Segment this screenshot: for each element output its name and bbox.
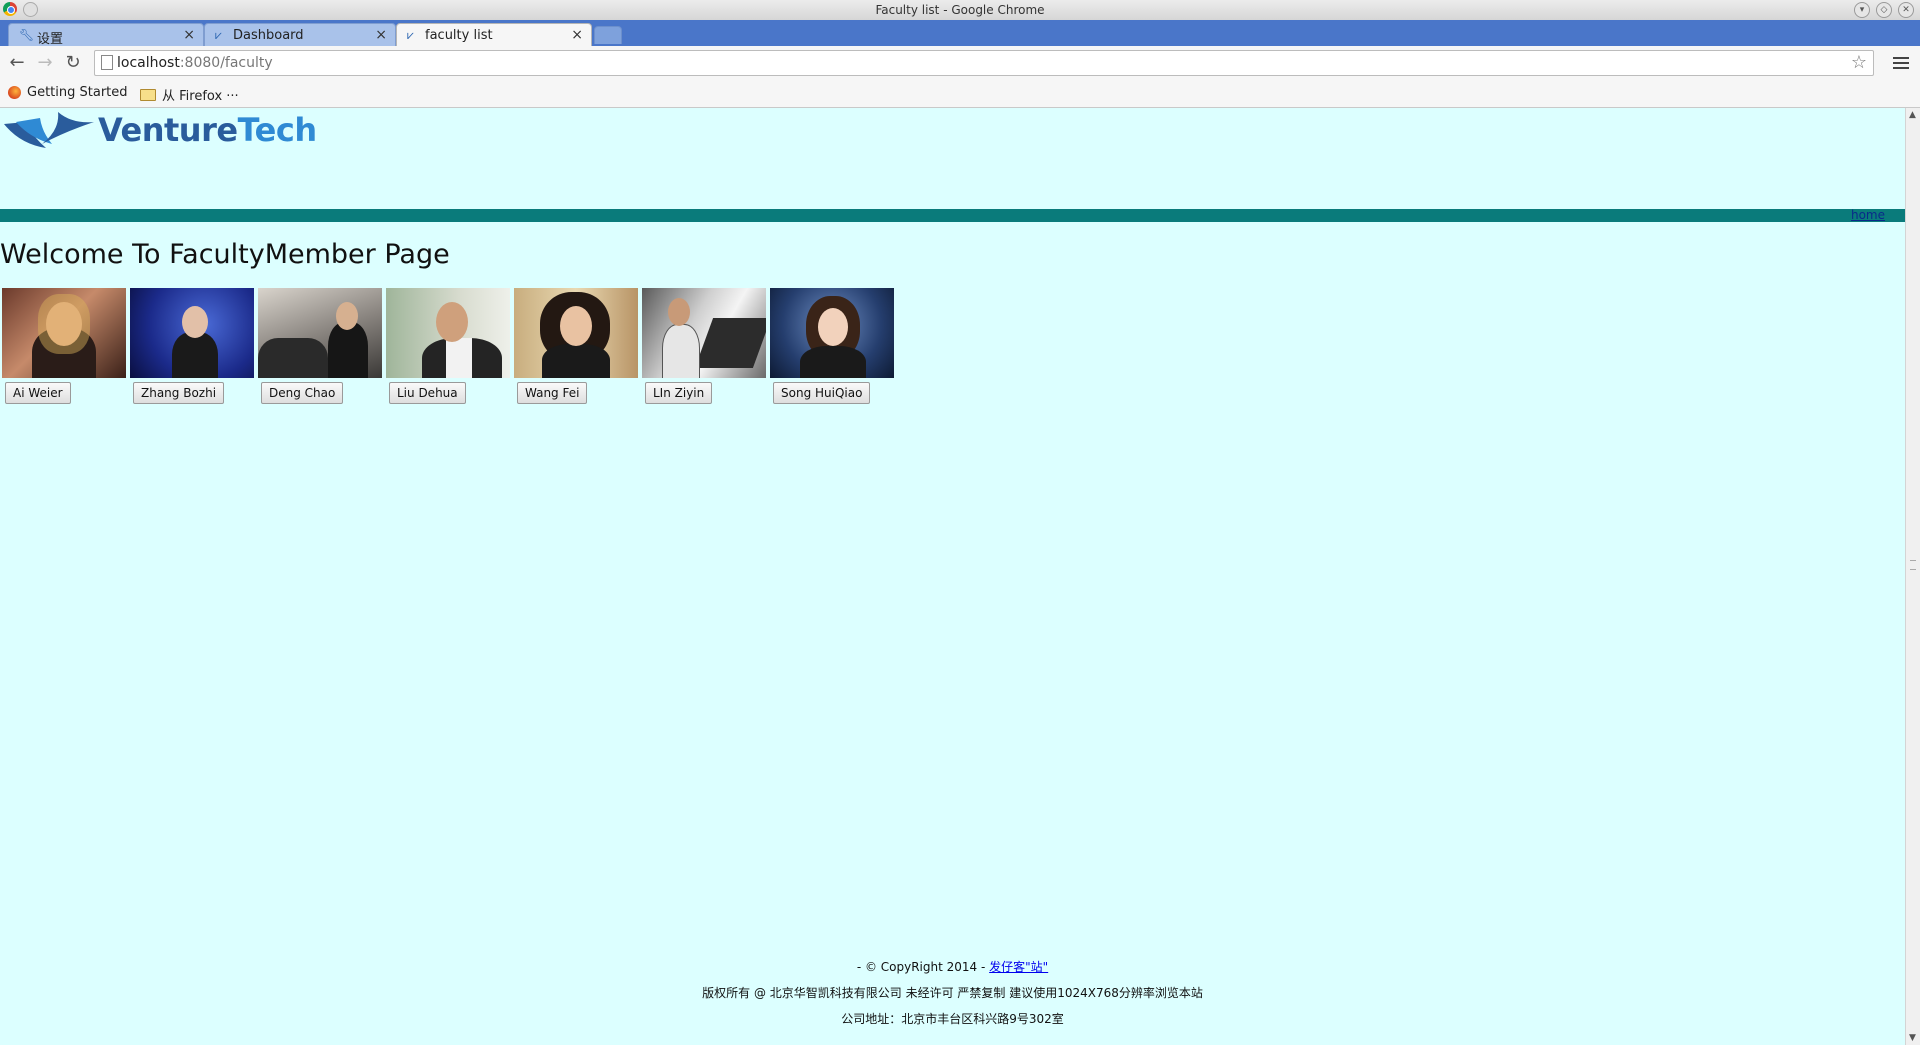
faculty-button-song-huiqiao[interactable]: Song HuiQiao [773, 382, 871, 404]
faculty-photo-wang-fei[interactable] [514, 288, 638, 378]
address-bar[interactable]: localhost:8080/faculty ☆ [94, 50, 1874, 76]
home-link[interactable]: home [1851, 209, 1885, 222]
faculty-photo-zhang-bozhi[interactable] [130, 288, 254, 378]
scroll-down-icon[interactable]: ▼ [1909, 1033, 1916, 1043]
faculty-button-zhang-bozhi[interactable]: Zhang Bozhi [133, 382, 225, 404]
faculty-card: Liu Dehua [386, 288, 510, 404]
url-text: localhost:8080/faculty [117, 55, 273, 71]
minimize-icon[interactable]: ▾ [1854, 2, 1870, 18]
window-title: Faculty list - Google Chrome [875, 3, 1045, 17]
page-footer: - © CopyRight 2014 - 发仔客"站" 版权所有 @ 北京华智凯… [0, 954, 1905, 1032]
footer-site-link[interactable]: 发仔客"站" [989, 960, 1048, 974]
close-tab-icon[interactable]: × [375, 27, 387, 43]
logo-swoosh-icon [4, 112, 94, 148]
back-arrow-icon[interactable]: ← [6, 52, 28, 74]
tab-dashboard[interactable]: ⩗ Dashboard × [204, 23, 396, 46]
bookmarks-bar: Getting Started 从 Firefox ··· [0, 80, 1920, 108]
faculty-photo-deng-chao[interactable] [258, 288, 382, 378]
tab-strip: 🔧︎ 设置 × ⩗ Dashboard × ⩗ faculty list × [0, 20, 1920, 47]
navigation-band: home [0, 209, 1905, 222]
logo-text: VentureTech [98, 111, 317, 149]
window-titlebar: Faculty list - Google Chrome ▾ ◇ ✕ [0, 0, 1920, 21]
tab-label: Dashboard [233, 28, 304, 43]
faculty-photo-song-huiqiao[interactable] [770, 288, 894, 378]
page-icon [101, 55, 113, 70]
faculty-button-liu-dehua[interactable]: Liu Dehua [389, 382, 466, 404]
page-heading: Welcome To FacultyMember Page [0, 239, 450, 270]
faculty-button-lin-ziyin[interactable]: LIn Ziyin [645, 382, 713, 404]
vertical-scrollbar[interactable]: ▲ ▼ [1905, 108, 1920, 1045]
faculty-button-wang-fei[interactable]: Wang Fei [517, 382, 588, 404]
venturetech-logo[interactable]: VentureTech [2, 110, 317, 150]
venturetech-favicon-icon: ⩗ [215, 28, 222, 42]
close-tab-icon[interactable]: × [183, 27, 195, 43]
forward-arrow-icon[interactable]: → [34, 52, 56, 74]
faculty-button-deng-chao[interactable]: Deng Chao [261, 382, 344, 404]
folder-icon [140, 88, 156, 101]
bookmark-folder-firefox[interactable]: 从 Firefox ··· [140, 85, 239, 104]
bookmark-label: 从 Firefox ··· [162, 89, 239, 104]
faculty-photo-ai-weier[interactable] [2, 288, 126, 378]
faculty-photo-liu-dehua[interactable] [386, 288, 510, 378]
faculty-photo-lin-ziyin[interactable] [642, 288, 766, 378]
faculty-card: Song HuiQiao [770, 288, 894, 404]
maximize-icon[interactable]: ◇ [1876, 2, 1892, 18]
bookmark-getting-started[interactable]: Getting Started [8, 85, 128, 100]
browser-toolbar: ← → ↻ localhost:8080/faculty ☆ [0, 46, 1920, 80]
scroll-up-icon[interactable]: ▲ [1909, 110, 1916, 120]
scroll-grip [1910, 560, 1916, 570]
new-tab-button[interactable] [594, 26, 622, 44]
footer-address: 公司地址：北京市丰台区科兴路9号302室 [841, 1012, 1064, 1026]
tab-settings[interactable]: 🔧︎ 设置 × [8, 23, 204, 47]
close-tab-icon[interactable]: × [571, 27, 583, 43]
page-viewport: VentureTech home Welcome To FacultyMembe… [0, 108, 1905, 1045]
tab-label: faculty list [425, 28, 493, 43]
faculty-card: Zhang Bozhi [130, 288, 254, 404]
tab-faculty-list[interactable]: ⩗ faculty list × [396, 23, 592, 47]
bookmark-star-icon[interactable]: ☆ [1851, 52, 1867, 73]
bookmark-label: Getting Started [27, 85, 128, 100]
venturetech-favicon-icon: ⩗ [407, 28, 414, 42]
tab-label: 设置 [37, 32, 64, 47]
faculty-card: Ai Weier [2, 288, 126, 404]
wrench-icon: 🔧︎ [19, 28, 35, 42]
reload-icon[interactable]: ↻ [62, 52, 84, 74]
faculty-button-ai-weier[interactable]: Ai Weier [5, 382, 71, 404]
faculty-card: Deng Chao [258, 288, 382, 404]
faculty-card: LIn Ziyin [642, 288, 766, 404]
footer-rights: 版权所有 @ 北京华智凯科技有限公司 未经许可 严禁复制 建议使用1024X76… [702, 986, 1203, 1000]
footer-copyright: - © CopyRight 2014 - 发仔客"站" [856, 960, 1049, 974]
firefox-icon [8, 86, 21, 99]
close-window-icon[interactable]: ✕ [1898, 2, 1914, 18]
faculty-card: Wang Fei [514, 288, 638, 404]
hamburger-menu-icon[interactable] [1893, 54, 1909, 70]
